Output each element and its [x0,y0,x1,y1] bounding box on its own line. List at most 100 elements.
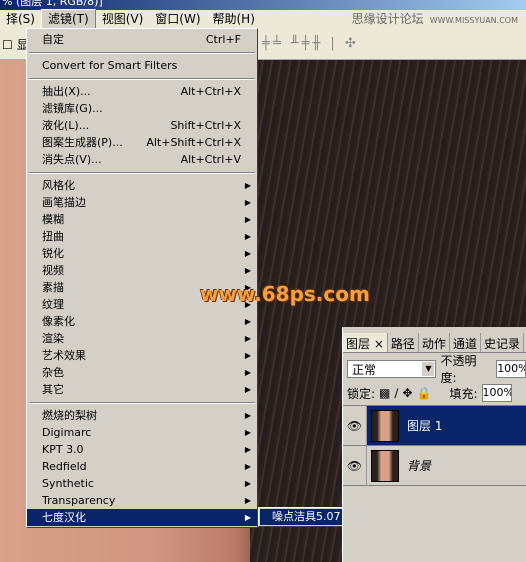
menu-item[interactable]: 液化(L)... Shift+Ctrl+X [27,117,257,134]
item-label: 视频 [42,264,64,277]
blend-mode-select[interactable]: 正常 ▼ [347,360,437,378]
tab-history[interactable]: 史记录 [481,333,524,352]
lock-all-icon[interactable]: 🔒 [417,386,432,400]
item-label: Redfield [42,460,87,473]
brand-watermark: 思缘设计论坛 WWW.MISSYUAN.COM [352,10,518,30]
item-label: 锐化 [42,247,64,260]
item-label: 抽出(X)... [42,85,91,98]
menu-item[interactable]: Synthetic ▶ [27,475,257,492]
menu-item[interactable]: 杂色 ▶ [27,364,257,381]
eye-icon[interactable]: 👁 [343,446,367,485]
tab-actions[interactable]: 动作 [419,333,450,352]
menu-item[interactable]: 图案生成器(P)... Alt+Shift+Ctrl+X [27,134,257,151]
item-label: 素描 [42,281,64,294]
menu-bar: 择(S) 滤镜(T) 视图(V) 窗口(W) 帮助(H) 思缘设计论坛 WWW.M… [0,9,526,30]
layer-name: 背景 [407,459,432,473]
menu-separator [27,74,257,83]
menu-item[interactable]: 滤镜库(G)... [27,100,257,117]
align-icons[interactable]: ╪╧ ╨╪╫ | ✣ [262,36,359,51]
item-label: 杂色 [42,366,64,379]
submenu-arrow-icon: ▶ [244,351,251,360]
submenu-arrow-icon: ▶ [244,368,251,377]
lock-transparency-icon[interactable]: ▩ [379,386,390,400]
menu-item[interactable]: Redfield ▶ [27,458,257,475]
menu-item-last-filter[interactable]: 自定 Ctrl+F [27,31,257,48]
item-label: 纹理 [42,298,64,311]
lock-brush-icon[interactable]: ∕ [394,386,398,400]
menu-item-convert-smart-filters[interactable]: Convert for Smart Filters [27,57,257,74]
submenu-item-noise-ninja[interactable]: 噪点洁具5.07 [260,509,353,525]
menu-item[interactable]: 画笔描边 ▶ [27,194,257,211]
menu-item[interactable]: 扭曲 ▶ [27,228,257,245]
item-label: 其它 [42,383,64,396]
layer-thumbnail [371,449,399,482]
opacity-input[interactable]: 100% [496,360,526,378]
item-label: 消失点(V)... [42,153,102,166]
item-label: 扭曲 [42,230,64,243]
filter-menu: 自定 Ctrl+F Convert for Smart Filters 抽出(X)… [26,28,258,528]
menu-separator [27,398,257,407]
menu-separator [27,48,257,57]
menu-item[interactable]: 模糊 ▶ [27,211,257,228]
menu-item[interactable]: 风格化 ▶ [27,177,257,194]
panel-tabs: 图层 × 路径 动作 通道 史记录 [343,333,526,353]
menu-item[interactable]: 像素化 ▶ [27,313,257,330]
item-label: 滤镜库(G)... [42,102,103,115]
tab-channels[interactable]: 通道 [450,333,481,352]
submenu-arrow-icon: ▶ [244,181,251,190]
menu-select[interactable]: 择(S) [0,10,41,28]
item-label: 图案生成器(P)... [42,136,123,149]
menu-item[interactable]: KPT 3.0 ▶ [27,441,257,458]
item-label: 渲染 [42,332,64,345]
menu-item[interactable]: Transparency ▶ [27,492,257,509]
menu-item[interactable]: 抽出(X)... Alt+Ctrl+X [27,83,257,100]
item-label: KPT 3.0 [42,443,84,456]
tab-paths[interactable]: 路径 [388,333,419,352]
item-label: 模糊 [42,213,64,226]
menu-item[interactable]: 锐化 ▶ [27,245,257,262]
brand-url: WWW.MISSYUAN.COM [429,16,518,25]
fill-input[interactable]: 100% [481,384,512,402]
blend-mode-value: 正常 [352,362,377,377]
submenu-arrow-icon: ▶ [244,462,251,471]
layer-row[interactable]: 👁 背景 [343,445,526,485]
menu-item[interactable]: 艺术效果 ▶ [27,347,257,364]
submenu-arrow-icon: ▶ [244,445,251,454]
menu-view[interactable]: 视图(V) [96,10,150,28]
item-label: 七度汉化 [42,511,86,524]
menu-window[interactable]: 窗口(W) [149,10,206,28]
submenu-arrow-icon: ▶ [244,428,251,437]
menu-item[interactable]: 渲染 ▶ [27,330,257,347]
tab-label: 图层 [346,337,371,351]
item-label: 液化(L)... [42,119,90,132]
menu-item[interactable]: Digimarc ▶ [27,424,257,441]
menu-separator [27,168,257,177]
opacity-label: 不透明度: [440,354,477,385]
item-shortcut: Shift+Ctrl+X [170,119,241,132]
chevron-down-icon[interactable]: ▼ [421,361,436,377]
submenu-arrow-icon: ▶ [244,317,251,326]
menu-filter[interactable]: 滤镜(T) [40,9,96,29]
layer-name: 图层 1 [407,419,443,433]
layer-row[interactable]: 👁 图层 1 [343,405,526,445]
menu-item[interactable]: 燃烧的梨树 ▶ [27,407,257,424]
item-shortcut: Alt+Ctrl+X [180,85,241,98]
submenu-arrow-icon: ▶ [244,249,251,258]
item-label: 像素化 [42,315,75,328]
menu-item[interactable]: 消失点(V)... Alt+Ctrl+V [27,151,257,168]
lock-label: 锁定: [347,386,376,401]
item-label: 燃烧的梨树 [42,409,97,422]
lock-move-icon[interactable]: ✥ [402,386,412,400]
menu-item[interactable]: 其它 ▶ [27,381,257,398]
fill-label: 填充: [449,386,478,401]
submenu-arrow-icon: ▶ [244,479,251,488]
tab-layers[interactable]: 图层 × [343,333,388,352]
submenu-arrow-icon: ▶ [244,232,251,241]
eye-icon[interactable]: 👁 [343,406,367,445]
menu-item[interactable]: 七度汉化 ▶ [27,509,257,526]
item-label: Transparency [42,494,116,507]
menu-help[interactable]: 帮助(H) [207,10,261,28]
item-label: Digimarc [42,426,92,439]
close-icon[interactable]: × [374,337,384,351]
menu-item[interactable]: 视频 ▶ [27,262,257,279]
